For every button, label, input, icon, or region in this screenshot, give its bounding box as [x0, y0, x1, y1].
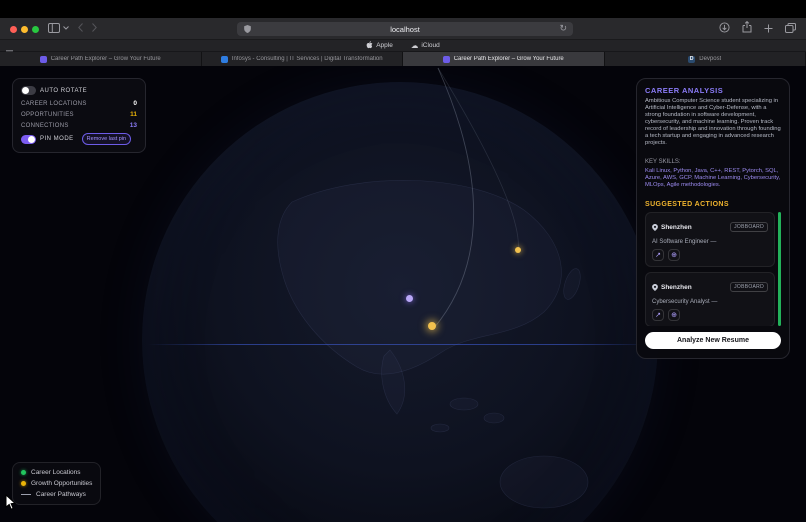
- growth-opportunity-marker[interactable]: [515, 247, 521, 253]
- open-link-button[interactable]: ↗: [652, 309, 664, 321]
- favorites-bar: Apple ☁ iCloud: [0, 40, 806, 52]
- pin-mode-label: PIN MODE: [40, 136, 74, 142]
- key-skills-text: Kali Linux, Python, Java, C++, REST, Pyt…: [645, 168, 781, 190]
- action-card[interactable]: Shenzhen JOBBOARD Cybersecurity Analyst …: [645, 272, 775, 326]
- globe-target-icon: ⊕: [671, 311, 677, 319]
- action-city: Shenzhen: [661, 224, 692, 231]
- page-content: AUTO ROTATE CAREER LOCATIONS 0 OPPORTUNI…: [0, 66, 806, 522]
- legend-item-career-locations: Career Locations: [21, 469, 92, 476]
- new-tab-icon[interactable]: [764, 20, 773, 38]
- zoom-window-button[interactable]: [32, 26, 39, 33]
- suggested-actions-title: SUGGESTED ACTIONS: [645, 201, 729, 208]
- growth-opportunity-marker[interactable]: [428, 322, 436, 330]
- favorite-apple[interactable]: Apple: [366, 41, 393, 51]
- stat-connections: CONNECTIONS 13: [21, 122, 137, 129]
- location-pin-icon: [652, 218, 658, 236]
- sidebar-toggle-icon[interactable]: [48, 23, 60, 33]
- analyze-new-resume-button[interactable]: Analyze New Resume: [645, 332, 781, 349]
- external-link-icon: ↗: [655, 251, 661, 259]
- stat-value: 0: [133, 100, 137, 107]
- share-icon[interactable]: [742, 20, 752, 38]
- toggle-knob: [22, 87, 29, 94]
- tab-devpost[interactable]: D Devpost: [605, 52, 806, 66]
- analysis-summary: Ambitious Computer Science student speci…: [645, 98, 781, 147]
- address-text: localhost: [390, 25, 420, 34]
- map-legend: Career Locations Growth Opportunities Ca…: [12, 462, 101, 505]
- suggested-actions-list[interactable]: Shenzhen JOBBOARD AI Software Engineer —…: [645, 212, 781, 326]
- tab-favicon: D: [688, 56, 695, 63]
- open-link-button[interactable]: ↗: [652, 249, 664, 261]
- downloads-icon[interactable]: [719, 20, 730, 38]
- stat-opportunities: OPPORTUNITIES 11: [21, 111, 137, 118]
- stat-value: 11: [130, 111, 137, 118]
- green-dot-icon: [21, 470, 26, 475]
- legend-item-career-pathways: Career Pathways: [21, 491, 92, 498]
- reload-icon[interactable]: ↻: [559, 23, 567, 34]
- globe-controls-panel: AUTO ROTATE CAREER LOCATIONS 0 OPPORTUNI…: [12, 78, 146, 153]
- legend-item-growth-opportunities: Growth Opportunities: [21, 480, 92, 487]
- back-icon[interactable]: [78, 23, 83, 32]
- stat-career-locations: CAREER LOCATIONS 0: [21, 100, 137, 107]
- top-black-strip: [0, 0, 806, 18]
- globe-3d[interactable]: [142, 82, 658, 522]
- chevron-down-icon[interactable]: [63, 26, 69, 30]
- pin-mode-toggle[interactable]: [21, 135, 36, 144]
- jobboard-badge: JOBBOARD: [730, 222, 768, 232]
- tab-favicon: [221, 56, 228, 63]
- toggle-knob: [28, 136, 35, 143]
- career-analysis-panel: CAREER ANALYSIS Ambitious Computer Scien…: [636, 78, 790, 359]
- remove-last-pin-button[interactable]: Remove last pin: [82, 133, 131, 145]
- safari-window: localhost ↻ Apple: [0, 0, 806, 522]
- location-pin-icon: [652, 278, 658, 296]
- auto-rotate-toggle[interactable]: [21, 86, 36, 95]
- tab-career-explorer-1[interactable]: Career Path Explorer – Grow Your Future: [0, 52, 202, 66]
- tab-bar: Career Path Explorer – Grow Your Future …: [0, 52, 806, 66]
- jobboard-badge: JOBBOARD: [730, 282, 768, 292]
- browser-toolbar: localhost ↻: [0, 18, 806, 40]
- apple-logo-icon: [366, 41, 373, 51]
- privacy-shield-icon[interactable]: [244, 25, 251, 35]
- line-icon: [21, 494, 31, 496]
- external-link-icon: ↗: [655, 311, 661, 319]
- actions-scrollbar[interactable]: [778, 212, 781, 326]
- locate-on-globe-button[interactable]: ⊕: [668, 249, 680, 261]
- key-skills-label: KEY SKILLS:: [645, 159, 681, 165]
- globe-target-icon: ⊕: [671, 251, 677, 259]
- forward-icon[interactable]: [92, 23, 97, 32]
- cloud-icon: ☁: [411, 42, 419, 50]
- action-role: Cybersecurity Analyst —: [652, 299, 768, 305]
- tab-career-explorer-2-active[interactable]: Career Path Explorer – Grow Your Future: [403, 52, 605, 66]
- stat-value: 13: [130, 122, 137, 129]
- action-city: Shenzhen: [661, 284, 692, 291]
- connection-marker[interactable]: [406, 295, 413, 302]
- minimize-window-button[interactable]: [21, 26, 28, 33]
- address-bar[interactable]: localhost ↻: [237, 22, 573, 36]
- tab-favicon: [443, 56, 450, 63]
- close-window-button[interactable]: [10, 26, 17, 33]
- tab-overview-icon[interactable]: [785, 20, 796, 38]
- continent-outlines: [142, 82, 658, 522]
- tab-favicon: [40, 56, 47, 63]
- career-analysis-title: CAREER ANALYSIS: [645, 86, 723, 95]
- auto-rotate-label: AUTO ROTATE: [40, 88, 87, 94]
- action-card[interactable]: Shenzhen JOBBOARD AI Software Engineer —…: [645, 212, 775, 267]
- tab-infosys[interactable]: Infosys - Consulting | IT Services | Dig…: [202, 52, 404, 66]
- action-role: AI Software Engineer —: [652, 239, 768, 245]
- locate-on-globe-button[interactable]: ⊕: [668, 309, 680, 321]
- pathway-line: [148, 344, 654, 345]
- yellow-dot-icon: [21, 481, 26, 486]
- favorite-icloud[interactable]: ☁ iCloud: [411, 42, 440, 50]
